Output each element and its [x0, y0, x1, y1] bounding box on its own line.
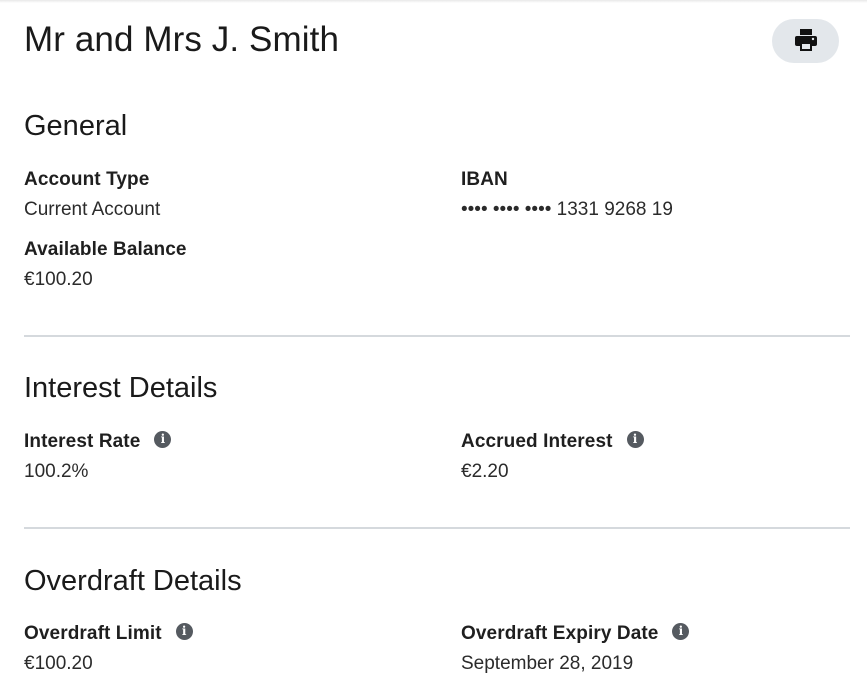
field-available-balance: Available Balance €100.20: [24, 239, 187, 291]
interest-rate-label-text: Interest Rate: [24, 431, 141, 452]
page-header: Mr and Mrs J. Smith: [24, 18, 839, 66]
divider-general: [24, 335, 850, 337]
overdraft-limit-value: €100.20: [24, 653, 93, 674]
field-overdraft-expiry: Overdraft Expiry Date i September 28, 20…: [461, 622, 690, 675]
iban-value: •••• •••• •••• 1331 9268 19: [461, 199, 673, 220]
accrued-interest-value: €2.20: [461, 461, 509, 482]
field-overdraft-limit: Overdraft Limit i €100.20: [24, 622, 193, 675]
iban-label: IBAN: [461, 169, 673, 191]
overdraft-limit-label: Overdraft Limit i: [24, 622, 193, 645]
section-overdraft: Overdraft Details Overdraft Limit i €100…: [24, 565, 850, 695]
field-accrued-interest: Accrued Interest i €2.20: [461, 430, 644, 483]
overdraft-expiry-info-icon[interactable]: i: [672, 622, 690, 640]
interest-rate-info-icon[interactable]: i: [154, 430, 172, 448]
field-account-type: Account Type Current Account: [24, 169, 160, 221]
available-balance-label: Available Balance: [24, 239, 187, 261]
available-balance-label-text: Available Balance: [24, 239, 187, 260]
available-balance-value: €100.20: [24, 269, 93, 290]
accrued-interest-label: Accrued Interest i: [461, 430, 644, 453]
divider-interest: [24, 527, 850, 529]
account-type-value: Current Account: [24, 199, 161, 220]
section-title-general: General: [24, 110, 128, 142]
account-type-label-text: Account Type: [24, 169, 150, 190]
section-general: General Account Type Current Account IBA…: [24, 110, 850, 310]
overdraft-expiry-label-text: Overdraft Expiry Date: [461, 623, 659, 644]
print-button[interactable]: [772, 19, 839, 63]
top-shadow: [0, 0, 867, 3]
section-interest: Interest Details Interest Rate i 100.2% …: [24, 372, 850, 512]
overdraft-limit-info-icon[interactable]: i: [175, 622, 193, 640]
field-interest-rate: Interest Rate i 100.2%: [24, 430, 172, 483]
overdraft-expiry-value: September 28, 2019: [461, 653, 634, 674]
print-icon: [793, 28, 819, 55]
section-title-interest: Interest Details: [24, 372, 218, 404]
field-iban: IBAN •••• •••• •••• 1331 9268 19: [461, 169, 673, 221]
accrued-interest-info-icon[interactable]: i: [626, 430, 644, 448]
overdraft-limit-label-text: Overdraft Limit: [24, 623, 162, 644]
iban-label-text: IBAN: [461, 169, 508, 190]
interest-rate-value: 100.2%: [24, 461, 89, 482]
interest-rate-label: Interest Rate i: [24, 430, 172, 453]
section-title-overdraft: Overdraft Details: [24, 565, 242, 597]
account-type-label: Account Type: [24, 169, 160, 191]
accrued-interest-label-text: Accrued Interest: [461, 431, 613, 452]
page-title: Mr and Mrs J. Smith: [24, 20, 340, 59]
overdraft-expiry-label: Overdraft Expiry Date i: [461, 622, 690, 645]
